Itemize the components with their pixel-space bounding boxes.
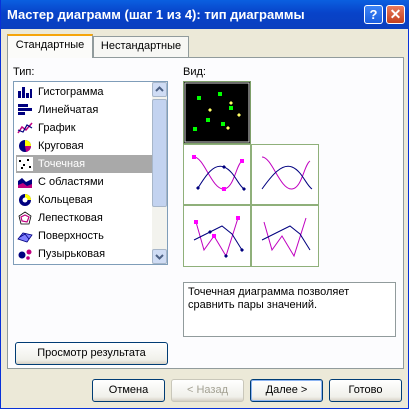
window-title: Мастер диаграмм (шаг 1 из 4): тип диагра…: [7, 7, 305, 22]
chart-type-label: Пузырьковая: [38, 248, 106, 260]
scroll-thumb[interactable]: [152, 99, 167, 207]
chart-type-label: Поверхность: [38, 230, 104, 242]
scroll-up-button[interactable]: [152, 82, 167, 97]
close-button[interactable]: ✕: [386, 5, 405, 24]
scatter-chart-icon: [17, 157, 33, 171]
chart-description: Точечная диаграмма позволяет сравнить па…: [183, 282, 396, 337]
chart-type-label: Круговая: [38, 140, 84, 152]
chart-type-label: Гистограмма: [38, 86, 104, 98]
bubble-chart-icon: [18, 249, 32, 260]
finish-button[interactable]: Готово: [329, 379, 402, 402]
area-chart-icon: [18, 178, 32, 188]
scatter-markers-icon: [184, 82, 250, 143]
preview-button[interactable]: Просмотр результата: [15, 342, 168, 365]
next-button[interactable]: Далее >: [250, 379, 323, 402]
scatter-smooth-lines-icon: [261, 156, 313, 190]
chart-type-item[interactable]: Кольцевая: [16, 191, 152, 209]
chart-type-item[interactable]: График: [16, 119, 152, 137]
chart-type-label: С областями: [38, 176, 104, 188]
chart-type-item[interactable]: Пузырьковая: [16, 245, 152, 263]
cancel-button[interactable]: Отмена: [92, 379, 165, 402]
subtype-scatter-markers[interactable]: [183, 81, 251, 144]
surface-chart-icon: [17, 232, 33, 243]
chevron-up-icon: [155, 86, 164, 92]
chart-wizard-dialog: Мастер диаграмм (шаг 1 из 4): тип диагра…: [0, 0, 409, 409]
type-label: Тип:: [13, 66, 35, 78]
chart-type-item[interactable]: Круговая: [16, 137, 152, 155]
line-chart-icon: [17, 122, 33, 134]
back-button[interactable]: < Назад: [171, 379, 244, 402]
chart-type-list[interactable]: Гистограмма Линейчатая График Круговая Т…: [13, 81, 168, 265]
chart-type-label: График: [38, 122, 76, 134]
chart-type-item[interactable]: Лепестковая: [16, 209, 152, 227]
chart-type-label: Лепестковая: [38, 212, 103, 224]
chart-type-label: Линейчатая: [38, 104, 99, 116]
chart-type-item[interactable]: Линейчатая: [16, 101, 152, 119]
chart-type-label: Точечная: [36, 155, 88, 173]
chart-type-label: Кольцевая: [38, 194, 93, 206]
list-scrollbar[interactable]: [152, 82, 167, 264]
help-button[interactable]: ?: [364, 5, 383, 24]
scatter-straight-lines-icon: [261, 217, 311, 258]
column-chart-icon: [18, 87, 32, 98]
subtype-scatter-smooth-markers[interactable]: [183, 144, 251, 205]
chevron-down-icon: [155, 254, 164, 260]
chart-type-item[interactable]: С областями: [16, 173, 152, 191]
chart-type-item[interactable]: Поверхность: [16, 227, 152, 245]
pie-chart-icon: [19, 140, 32, 152]
doughnut-chart-icon: [19, 194, 31, 206]
title-bar[interactable]: Мастер диаграмм (шаг 1 из 4): тип диагра…: [1, 0, 409, 29]
tab-custom[interactable]: Нестандартные: [93, 36, 189, 57]
subtype-scatter-smooth-lines[interactable]: [251, 144, 319, 205]
tab-standard[interactable]: Стандартные: [7, 34, 93, 58]
scatter-smooth-markers-icon: [192, 155, 246, 191]
bar-chart-icon: [18, 104, 32, 115]
subtype-scatter-straight-markers[interactable]: [183, 205, 251, 267]
subtype-scatter-straight-lines[interactable]: [251, 205, 319, 267]
chart-type-item-selected[interactable]: Точечная: [16, 155, 152, 173]
view-label: Вид:: [183, 66, 206, 78]
scatter-straight-markers-icon: [193, 216, 244, 258]
radar-chart-icon: [18, 211, 32, 225]
chart-type-item[interactable]: Гистограмма: [16, 83, 152, 101]
scroll-down-button[interactable]: [152, 249, 167, 264]
